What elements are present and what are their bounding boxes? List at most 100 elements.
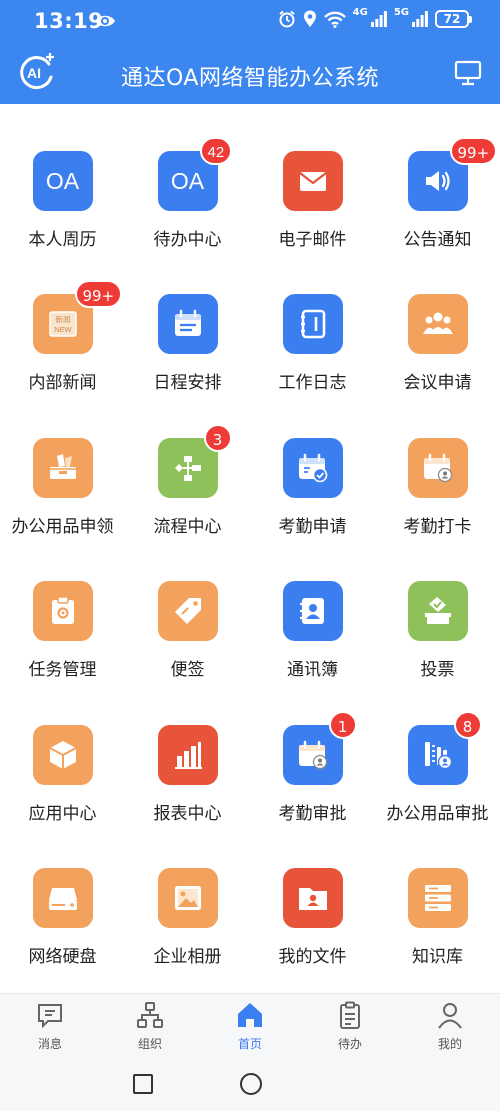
app-label: 考勤审批 (278, 803, 347, 824)
app-label: 应用中心 (28, 803, 97, 824)
app-label: 便签 (170, 660, 205, 681)
app-item[interactable]: 办公用品申领 (0, 413, 125, 556)
app-item[interactable]: 应用中心 (0, 700, 125, 843)
signal-icon (412, 11, 428, 27)
nav-item[interactable]: 待办 (300, 994, 400, 1057)
cube-icon (32, 724, 93, 785)
system-nav-bar (0, 1057, 500, 1111)
contact-book-icon (282, 581, 343, 642)
signal-icon (370, 11, 387, 27)
app-label: 我的文件 (278, 946, 347, 967)
photo-icon (157, 867, 218, 928)
battery-level: 72 (435, 10, 469, 28)
app-item[interactable]: 8 办公用品审批 (375, 700, 500, 843)
app-item[interactable]: 会议申请 (375, 269, 500, 412)
app-item[interactable]: 电子邮件 (250, 126, 375, 269)
calendar-check-icon (282, 437, 343, 498)
wifi-icon (323, 11, 346, 28)
app-grid: OA 本人周历 OA 42 待办中心 电子邮件 99+ 公告通知新闻 NEW 99+ 内部新闻日程安… (0, 126, 500, 986)
app-item[interactable]: 通讯簿 (250, 556, 375, 699)
app-item[interactable]: OA 本人周历 (0, 126, 125, 269)
folder-person-icon (282, 867, 343, 928)
app-item[interactable]: 企业相册 (125, 843, 250, 986)
unread-badge: 99+ (449, 137, 498, 165)
app-item[interactable]: 我的文件 (250, 843, 375, 986)
hard-drive-icon (32, 867, 93, 928)
nav-item[interactable]: 消息 (0, 994, 100, 1057)
nav-item[interactable]: 我的 (400, 994, 500, 1057)
clipboard-icon (340, 1001, 360, 1029)
unread-badge: 8 (453, 710, 482, 739)
nav-item[interactable]: 组织 (100, 994, 200, 1057)
app-item[interactable]: 工作日志 (250, 269, 375, 412)
app-item[interactable]: 报表中心 (125, 700, 250, 843)
app-item[interactable]: 1 考勤审批 (250, 700, 375, 843)
people-group-icon (407, 294, 468, 355)
envelope-icon (282, 151, 343, 211)
app-item[interactable]: 投票 (375, 556, 500, 699)
nav-label: 消息 (37, 1037, 62, 1051)
app-label: 知识库 (412, 946, 463, 967)
status-icons: 4G 5G 72 (278, 7, 472, 28)
app-label: 考勤申请 (278, 516, 347, 537)
supplies-box-icon (32, 437, 93, 498)
app-label: 考勤打卡 (403, 516, 472, 537)
app-item[interactable]: 3 流程中心 (125, 413, 250, 556)
monitor-icon[interactable] (454, 60, 482, 86)
app-label: 日程安排 (153, 373, 222, 394)
status-bar: 13:19 4G 5G 72 (0, 0, 500, 44)
status-time: 13:19 (34, 9, 104, 33)
bottom-nav: 消息 组织 首页 待办 我的 (0, 993, 500, 1057)
app-item[interactable]: 任务管理 (0, 556, 125, 699)
app-label: 电子邮件 (278, 230, 347, 250)
app-item[interactable]: 考勤打卡 (375, 413, 500, 556)
app-label: 通讯簿 (287, 660, 338, 681)
battery-icon: 72 (435, 10, 472, 28)
app-item[interactable]: OA 42 待办中心 (125, 126, 250, 269)
nav-item[interactable]: 首页 (200, 994, 300, 1057)
app-label: 公告通知 (403, 230, 472, 250)
title-bar: AI 通达OA网络智能办公系统 (0, 44, 500, 104)
app-label: 投票 (420, 660, 455, 681)
location-icon (303, 10, 316, 27)
user-icon (438, 1003, 462, 1029)
network-type-label: 4G (352, 7, 368, 18)
app-item[interactable]: 日程安排 (125, 269, 250, 412)
oa-text-icon: OA 42 (157, 137, 233, 211)
app-label: 工作日志 (278, 373, 347, 394)
eye-icon (95, 15, 115, 27)
speaker-icon: 99+ (407, 137, 498, 211)
nav-label: 组织 (137, 1037, 162, 1051)
oa-text-icon: OA (32, 151, 93, 211)
tag-icon (157, 581, 218, 642)
nav-label: 首页 (237, 1037, 262, 1051)
app-item[interactable]: 99+ 公告通知 (375, 126, 500, 269)
app-item[interactable]: 新闻 NEW 99+ 内部新闻 (0, 269, 125, 412)
unread-badge: 1 (328, 710, 357, 739)
calendar-person-icon: 1 (282, 710, 357, 785)
svg-text:NEW: NEW (54, 325, 72, 334)
app-label: 企业相册 (153, 946, 222, 967)
app-label: 会议申请 (403, 373, 472, 394)
unread-badge: 3 (203, 423, 232, 452)
newspaper-icon: 新闻 NEW 99+ (32, 280, 123, 355)
app-label: 任务管理 (28, 660, 97, 681)
page-title: 通达OA网络智能办公系统 (121, 66, 379, 91)
app-item[interactable]: 知识库 (375, 843, 500, 986)
nav-label: 我的 (437, 1037, 462, 1051)
ruler-person-icon: 8 (407, 710, 482, 785)
app-item[interactable]: 考勤申请 (250, 413, 375, 556)
app-header: 13:19 4G 5G 72 AI 通达OA网络智能办公系统 (0, 0, 500, 104)
server-stack-icon (407, 867, 468, 928)
flow-chart-icon: 3 (157, 423, 232, 498)
org-tree-icon (137, 1002, 163, 1028)
app-label: 待办中心 (153, 230, 222, 250)
home-system-button[interactable] (240, 1073, 262, 1095)
app-item[interactable]: 便签 (125, 556, 250, 699)
message-icon (38, 1004, 62, 1029)
app-item[interactable]: 网络硬盘 (0, 843, 125, 986)
calendar-list-icon (157, 294, 218, 355)
recent-apps-button[interactable] (133, 1074, 153, 1094)
notebook-icon (282, 294, 343, 355)
ballot-box-icon (407, 581, 468, 642)
